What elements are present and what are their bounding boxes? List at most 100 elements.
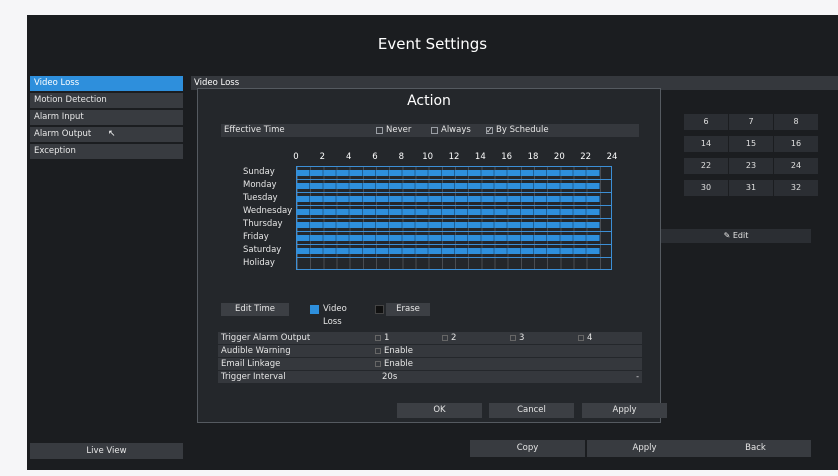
hour-label: 8: [398, 152, 405, 162]
audible-warning-checkbox[interactable]: [375, 348, 381, 354]
channel-cell[interactable]: 22: [684, 158, 728, 174]
action-dialog: Action Effective Time Never Always By Sc…: [197, 88, 667, 423]
dropdown-icon[interactable]: -: [636, 371, 639, 383]
effective-time-label: Effective Time: [224, 125, 285, 135]
alarm-output-3-label: 3: [519, 333, 525, 343]
channel-cell[interactable]: 32: [774, 180, 818, 196]
channel-cell[interactable]: 23: [729, 158, 773, 174]
video-loss-swatch[interactable]: [310, 305, 319, 314]
mouse-cursor-icon: ↖: [108, 129, 116, 139]
schedule-fill: [297, 196, 600, 202]
alarm-output-3[interactable]: 3: [510, 332, 524, 344]
audible-warning-row: Audible Warning Enable: [218, 345, 642, 357]
channel-cell[interactable]: 24: [774, 158, 818, 174]
edit-time-button[interactable]: Edit Time: [221, 303, 289, 316]
email-linkage-checkbox[interactable]: [375, 361, 381, 367]
alarm-output-4-checkbox[interactable]: [578, 335, 584, 341]
alarm-output-2-label: 2: [451, 333, 457, 343]
copy-button[interactable]: Copy: [470, 440, 585, 457]
sidebar-item-label: Video Loss: [34, 78, 80, 88]
never-checkbox[interactable]: [376, 127, 383, 134]
sidebar-item-exception[interactable]: Exception: [30, 144, 183, 159]
channel-cell[interactable]: 15: [729, 136, 773, 152]
by-schedule-label: By Schedule: [496, 125, 549, 135]
channel-cell[interactable]: 30: [684, 180, 728, 196]
always-checkbox[interactable]: [431, 127, 438, 134]
by-schedule-checkbox[interactable]: [486, 124, 493, 137]
erase-button[interactable]: Erase: [386, 303, 430, 316]
schedule-track[interactable]: [296, 244, 612, 257]
channel-cell[interactable]: 16: [774, 136, 818, 152]
channel-cell[interactable]: 7: [729, 114, 773, 130]
alarm-output-4-label: 4: [587, 333, 593, 343]
cancel-button[interactable]: Cancel: [489, 403, 574, 418]
sidebar-item-video-loss[interactable]: Video Loss: [30, 76, 183, 91]
dialog-title: Action: [407, 93, 451, 109]
hour-label: 6: [372, 152, 378, 162]
day-label: Tuesday: [243, 193, 278, 203]
never-label: Never: [386, 125, 412, 135]
schedule-track[interactable]: [296, 166, 612, 179]
event-settings-screen: Event Settings Video Loss Motion Detecti…: [27, 15, 838, 470]
hour-label: 18: [527, 152, 539, 162]
sidebar-item-motion-detection[interactable]: Motion Detection: [30, 93, 183, 108]
schedule-fill: [297, 222, 600, 228]
channel-cell[interactable]: 8: [774, 114, 818, 130]
never-option[interactable]: Never: [376, 124, 411, 137]
by-schedule-option[interactable]: By Schedule: [486, 124, 549, 137]
trigger-interval-value[interactable]: 20s: [382, 371, 397, 383]
sidebar-item-label: Motion Detection: [34, 95, 107, 105]
sidebar-item-alarm-output[interactable]: Alarm Output ↖: [30, 127, 183, 142]
schedule-fill: [297, 209, 600, 215]
channel-cell[interactable]: 14: [684, 136, 728, 152]
ok-button[interactable]: OK: [397, 403, 482, 418]
channel-cell[interactable]: 31: [729, 180, 773, 196]
alarm-output-3-checkbox[interactable]: [510, 335, 516, 341]
alarm-output-1-checkbox[interactable]: [375, 335, 381, 341]
live-view-button[interactable]: Live View: [30, 443, 183, 459]
schedule-track[interactable]: [296, 257, 612, 270]
day-label: Wednesday: [243, 206, 293, 216]
trigger-interval-row[interactable]: Trigger Interval 20s -: [218, 371, 642, 383]
schedule-fill: [297, 248, 600, 254]
effective-time-row: Effective Time Never Always By Schedule: [221, 124, 639, 137]
audible-warning-enable-label: Enable: [384, 346, 413, 356]
hour-label: 0: [293, 152, 299, 162]
hour-label: 2: [319, 152, 326, 162]
schedule-track[interactable]: [296, 192, 612, 205]
day-label: Thursday: [243, 219, 283, 229]
hour-label: 14: [474, 152, 486, 162]
alarm-output-2[interactable]: 2: [442, 332, 456, 344]
trigger-alarm-output-row: Trigger Alarm Output 1 2 3 4: [218, 332, 642, 344]
sidebar-item-alarm-input[interactable]: Alarm Input: [30, 110, 183, 125]
always-option[interactable]: Always: [431, 124, 471, 137]
schedule-track[interactable]: [296, 179, 612, 192]
hour-label: 16: [501, 152, 513, 162]
trigger-alarm-output-label: Trigger Alarm Output: [221, 333, 311, 343]
audible-warning-option[interactable]: Enable: [375, 345, 413, 357]
hour-label: 12: [448, 152, 460, 162]
schedule-track[interactable]: [296, 218, 612, 231]
day-label: Friday: [243, 232, 269, 242]
channel-cell[interactable]: 6: [684, 114, 728, 130]
alarm-output-4[interactable]: 4: [578, 332, 592, 344]
apply-button[interactable]: Apply: [587, 440, 702, 457]
email-linkage-enable-label: Enable: [384, 359, 413, 369]
alarm-output-2-checkbox[interactable]: [442, 335, 448, 341]
schedule-track[interactable]: [296, 231, 612, 244]
email-linkage-row: Email Linkage Enable: [218, 358, 642, 370]
day-label: Holiday: [243, 258, 275, 268]
edit-label: Edit: [732, 231, 749, 240]
trigger-interval-label: Trigger Interval: [221, 372, 286, 382]
hour-label: 22: [580, 152, 592, 162]
erase-swatch[interactable]: [375, 305, 384, 314]
back-button[interactable]: Back: [700, 440, 811, 457]
hour-label: 10: [422, 152, 434, 162]
alarm-output-1[interactable]: 1: [375, 332, 389, 344]
sidebar-item-label: Alarm Input: [34, 112, 84, 122]
email-linkage-label: Email Linkage: [221, 359, 281, 369]
schedule-track[interactable]: [296, 205, 612, 218]
dialog-apply-button[interactable]: Apply: [582, 403, 667, 418]
edit-button[interactable]: ✎ Edit: [661, 229, 811, 243]
email-linkage-option[interactable]: Enable: [375, 358, 413, 370]
